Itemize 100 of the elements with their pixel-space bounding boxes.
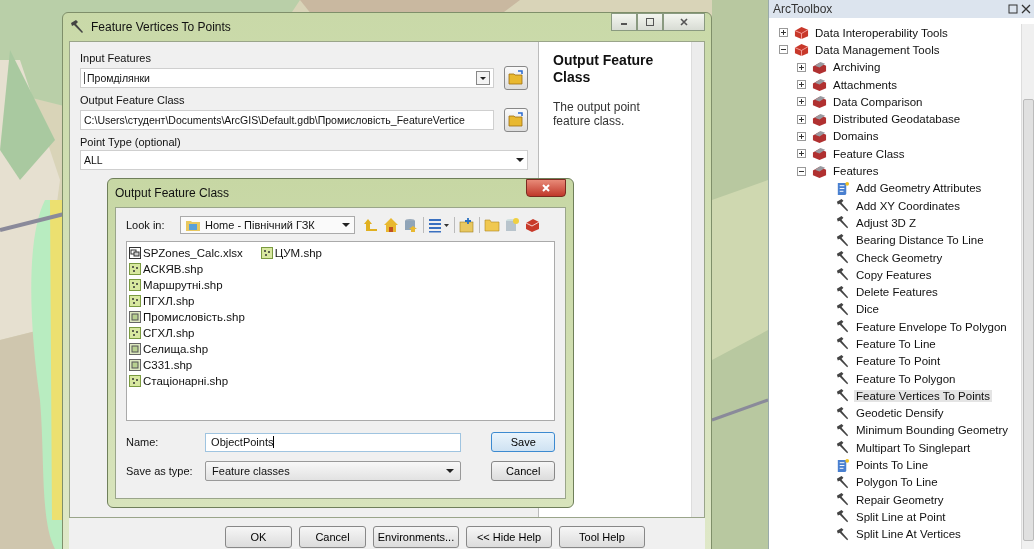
minimize-button[interactable] bbox=[611, 13, 637, 31]
scrollbar[interactable] bbox=[1021, 24, 1034, 549]
file-item[interactable]: СГХЛ.shp bbox=[129, 325, 245, 341]
expand-icon[interactable] bbox=[797, 114, 806, 124]
save-button[interactable]: Save bbox=[491, 432, 555, 452]
collapse-icon[interactable] bbox=[779, 45, 788, 55]
toolset-icon bbox=[812, 77, 827, 93]
file-item[interactable]: Стаціонарні.shp bbox=[129, 373, 245, 389]
expand-icon[interactable] bbox=[797, 80, 806, 90]
output-path-field[interactable]: C:\Users\студент\Documents\ArcGIS\Default.gdb\Промисловість_FeatureVertice bbox=[80, 110, 494, 130]
toolbox-icon bbox=[794, 42, 809, 58]
scrollbar[interactable] bbox=[691, 42, 704, 517]
close-icon[interactable] bbox=[1021, 4, 1031, 14]
tree-item[interactable]: Copy Features bbox=[854, 268, 934, 281]
browse-button[interactable] bbox=[504, 66, 528, 90]
cancel-button[interactable]: Cancel bbox=[491, 461, 555, 481]
point-layer-icon bbox=[260, 247, 273, 259]
file-item[interactable]: АСКЯВ.shp bbox=[129, 261, 245, 277]
tree-item[interactable]: Polygon To Line bbox=[854, 476, 940, 489]
expand-icon[interactable] bbox=[797, 131, 806, 141]
folder-icon bbox=[508, 70, 524, 86]
hammer-icon bbox=[835, 215, 850, 231]
expand-icon[interactable] bbox=[779, 28, 788, 38]
file-item[interactable]: ЦУМ.shp bbox=[260, 245, 322, 261]
tree-item[interactable]: Feature To Point bbox=[854, 355, 943, 368]
tree-item[interactable]: Points To Line bbox=[854, 459, 931, 472]
tree-item[interactable]: Archiving bbox=[831, 61, 883, 74]
polygon-layer-icon bbox=[129, 343, 141, 355]
close-button[interactable] bbox=[526, 179, 566, 197]
tree-item[interactable]: Minimum Bounding Geometry bbox=[854, 424, 1011, 437]
maximize-button[interactable] bbox=[637, 13, 663, 31]
dialog-button[interactable]: Tool Help bbox=[559, 526, 645, 548]
name-field[interactable]: ObjectPoints bbox=[205, 432, 462, 452]
tree-item[interactable]: Add XY Coordinates bbox=[854, 199, 962, 212]
dialog-button[interactable]: Environments... bbox=[373, 526, 459, 548]
help-text: The output point feature class. bbox=[553, 100, 641, 128]
dialog-button[interactable]: Cancel bbox=[299, 526, 366, 548]
collapse-icon[interactable] bbox=[797, 166, 806, 176]
tree-item[interactable]: Feature To Polygon bbox=[854, 372, 958, 385]
tree-item[interactable]: Split Line At Vertices bbox=[854, 528, 963, 541]
view-menu-icon[interactable] bbox=[428, 217, 450, 233]
tree-item[interactable]: Bearing Distance To Line bbox=[854, 234, 986, 247]
file-item[interactable]: Маршрутні.shp bbox=[129, 277, 245, 293]
file-item[interactable]: Селища.shp bbox=[129, 341, 245, 357]
tree-item[interactable]: Dice bbox=[854, 303, 881, 316]
tree-item[interactable]: Feature Class bbox=[831, 147, 907, 160]
folder-icon bbox=[508, 112, 524, 128]
file-item[interactable]: ПГХЛ.shp bbox=[129, 293, 245, 309]
tree-item[interactable]: Add Geometry Attributes bbox=[854, 182, 984, 195]
home-icon[interactable] bbox=[383, 217, 399, 233]
file-item[interactable]: С331.shp bbox=[129, 357, 245, 373]
toolset-icon bbox=[812, 94, 827, 110]
dialog-button[interactable]: << Hide Help bbox=[466, 526, 552, 548]
tree-item[interactable]: Attachments bbox=[831, 78, 899, 91]
save-type-dropdown[interactable]: Feature classes bbox=[205, 461, 462, 481]
file-item[interactable]: SPZones_Calc.xlsx bbox=[129, 245, 245, 261]
panel-title: ArcToolbox bbox=[773, 2, 833, 16]
hammer-icon bbox=[835, 232, 850, 248]
script-icon bbox=[835, 180, 850, 196]
toolset-icon bbox=[812, 146, 827, 162]
tree-item[interactable]: Multipart To Singlepart bbox=[854, 441, 973, 454]
toolbox-icon[interactable] bbox=[524, 217, 540, 233]
tree-item[interactable]: Feature Envelope To Polygon bbox=[854, 320, 1009, 333]
tree-item[interactable]: Repair Geometry bbox=[854, 493, 946, 506]
new-layer-icon[interactable] bbox=[459, 217, 475, 233]
hammer-icon bbox=[835, 284, 850, 300]
point-layer-icon bbox=[129, 279, 141, 291]
tree-item[interactable]: Data Management Tools bbox=[813, 43, 942, 56]
expand-icon[interactable] bbox=[797, 62, 806, 72]
expand-icon[interactable] bbox=[797, 149, 806, 159]
hammer-icon bbox=[835, 474, 850, 490]
toolset-icon bbox=[812, 128, 827, 144]
dropdown-arrow-icon bbox=[446, 468, 455, 474]
tree-item[interactable]: Data Interoperability Tools bbox=[813, 26, 950, 39]
file-item[interactable]: Промисловість.shp bbox=[129, 309, 245, 325]
tree-item[interactable]: Domains bbox=[831, 130, 881, 143]
tree-item[interactable]: Geodetic Densify bbox=[854, 407, 946, 420]
input-features-dropdown[interactable]: Промділянки bbox=[80, 68, 494, 88]
browse-button[interactable] bbox=[504, 108, 528, 132]
look-in-dropdown[interactable]: Home - Північний ГЗК bbox=[180, 216, 355, 234]
tree-item[interactable]: Features bbox=[831, 165, 881, 177]
hammer-icon bbox=[835, 319, 850, 335]
point-type-dropdown[interactable]: ALL bbox=[80, 150, 528, 170]
expand-icon[interactable] bbox=[797, 97, 806, 107]
tree-item[interactable]: Check Geometry bbox=[854, 251, 945, 264]
polygon-layer-icon bbox=[129, 311, 141, 323]
hammer-icon bbox=[835, 250, 850, 265]
hammer-icon bbox=[835, 388, 850, 404]
restore-icon[interactable] bbox=[1008, 4, 1018, 14]
help-heading: Output Feature Class bbox=[553, 52, 655, 86]
tree-item[interactable]: Distributed Geodatabase bbox=[831, 113, 963, 126]
tree-item[interactable]: Split Line at Point bbox=[854, 510, 948, 523]
tree-item[interactable]: Delete Features bbox=[854, 286, 940, 299]
tree-item[interactable]: Feature Vertices To Points bbox=[854, 389, 993, 402]
toolset-icon bbox=[812, 111, 827, 127]
dialog-button[interactable]: OK bbox=[225, 526, 292, 548]
tree-item[interactable]: Adjust 3D Z bbox=[854, 216, 919, 229]
window-title: Feature Vertices To Points bbox=[91, 20, 231, 34]
tree-item[interactable]: Data Comparison bbox=[831, 95, 925, 108]
tree-item[interactable]: Feature To Line bbox=[854, 338, 938, 350]
